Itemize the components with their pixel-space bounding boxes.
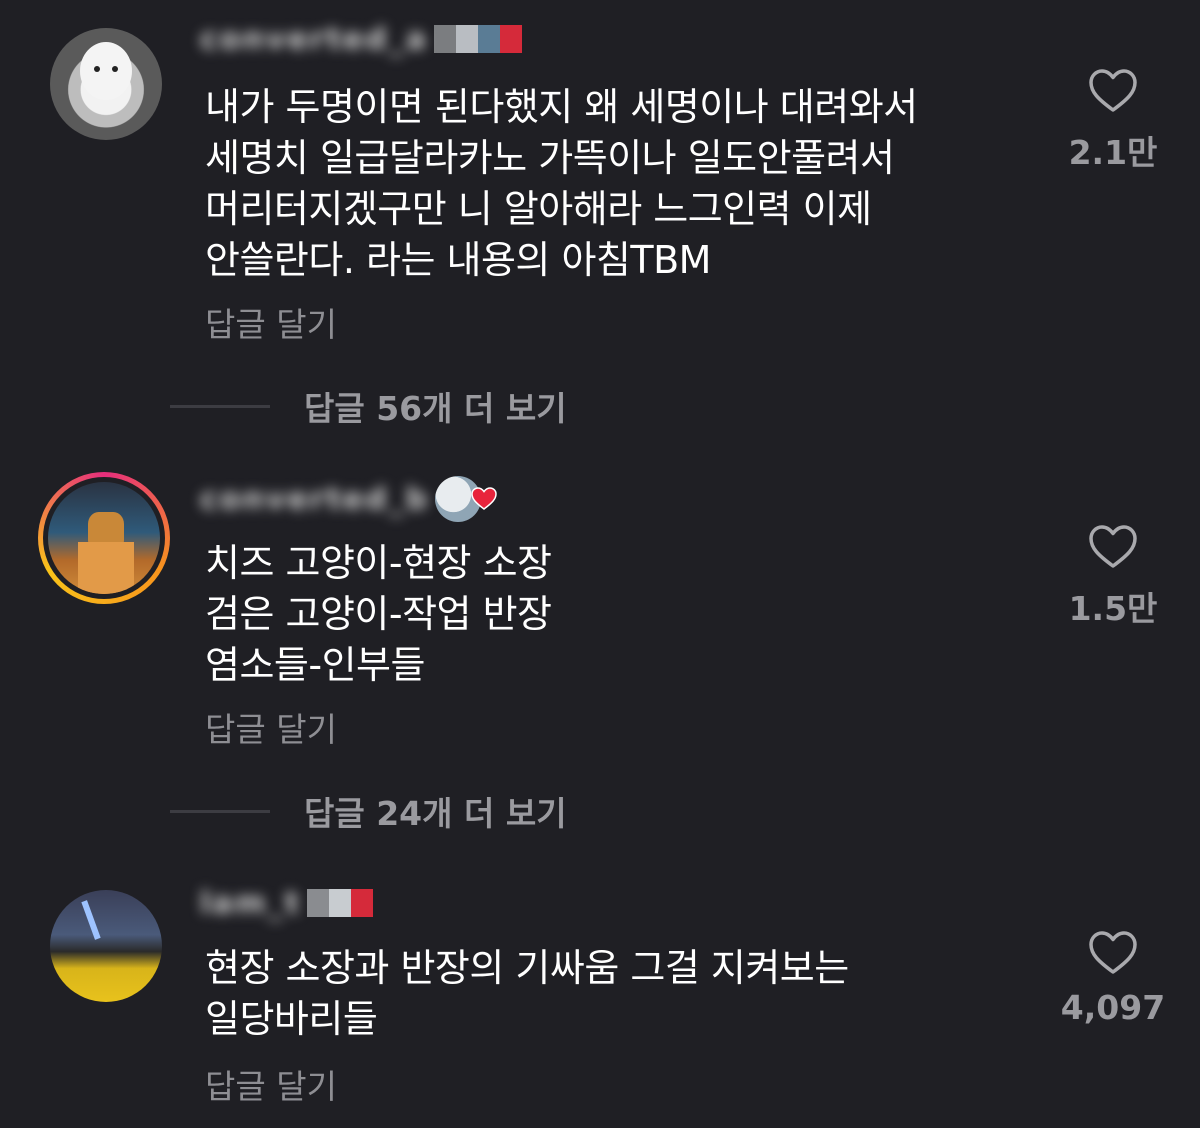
comment-text: 현장 소장과 반장의 기싸움 그걸 지켜보는 일당바리들 [205,946,849,1041]
mosaic-block [307,889,374,917]
like-count: 2.1만 [1068,133,1158,172]
heart-outline-icon[interactable] [1088,524,1138,570]
comment-text: 치즈 고양이-현장 소장 검은 고양이-작업 반장 염소들-인부들 [205,541,552,687]
like-button[interactable]: 2.1만 [1053,68,1173,174]
divider-line [170,404,270,408]
reply-button[interactable]: 답글 달기 [205,703,337,751]
like-button[interactable]: 4,097 [1053,930,1173,1027]
username[interactable]: lam_t [200,886,374,921]
username[interactable]: converted_a [200,22,522,57]
avatar[interactable] [50,28,162,140]
username[interactable]: converted_b [200,476,497,522]
like-button[interactable]: 1.5만 [1053,524,1173,630]
username-text[interactable]: converted_b [200,482,429,517]
more-replies-label[interactable]: 답글 56개 더 보기 [304,382,567,430]
like-count: 1.5만 [1068,589,1158,628]
heart-badge-icon [471,487,497,510]
reply-button[interactable]: 답글 달기 [205,1060,337,1108]
mosaic-block [433,25,522,53]
username-text[interactable]: converted_a [200,22,428,57]
username-text[interactable]: lam_t [200,886,301,921]
heart-outline-icon[interactable] [1088,68,1138,114]
avatar[interactable] [50,890,162,1002]
like-count: 4,097 [1060,988,1166,1027]
comment-text: 내가 두명이면 된다했지 왜 세명이나 대려와서 세명치 일급달라카노 가뜩이나… [205,85,918,282]
heart-outline-icon[interactable] [1088,930,1138,976]
avatar[interactable] [48,482,160,594]
more-replies-label[interactable]: 답글 24개 더 보기 [304,787,567,835]
avatar-badge [435,476,497,522]
more-replies[interactable]: 답글 56개 더 보기 [170,382,567,430]
divider-line [170,809,270,813]
more-replies[interactable]: 답글 24개 더 보기 [170,787,567,835]
reply-button[interactable]: 답글 달기 [205,298,337,346]
